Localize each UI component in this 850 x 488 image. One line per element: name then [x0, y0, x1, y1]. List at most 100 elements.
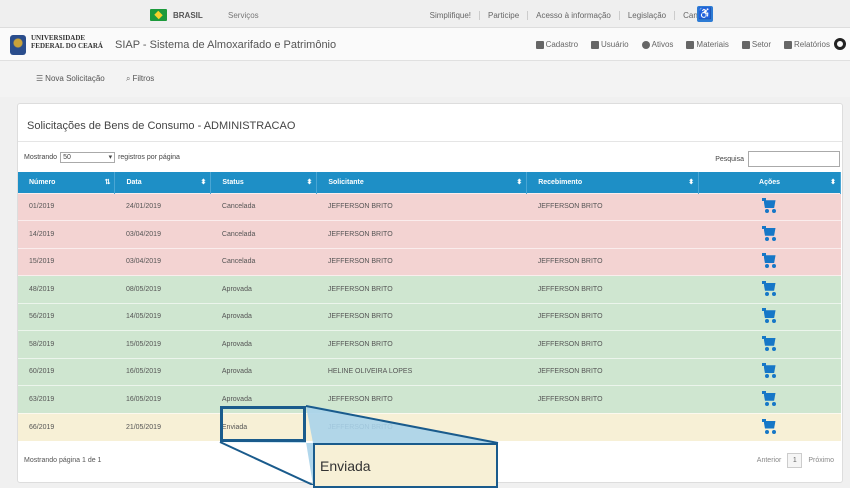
cell-acoes: [698, 220, 841, 248]
menu-ativos[interactable]: Ativos: [641, 40, 673, 49]
col-data[interactable]: Data ⬍: [114, 172, 212, 193]
cell-data: 15/05/2019: [114, 330, 211, 358]
gear-icon[interactable]: [834, 38, 846, 50]
col-status[interactable]: Status ⬍: [210, 172, 318, 193]
cell-acoes: [698, 275, 841, 303]
cell-acoes: [698, 330, 841, 358]
col-solicitante[interactable]: Solicitante ⬍: [316, 172, 528, 193]
col-recebimento[interactable]: Recebimento ⬍: [526, 172, 700, 193]
table-row: 58/2019 15/05/2019 Aprovada JEFFERSON BRITO…: [18, 330, 841, 358]
panel-title: Solicitações de Bens de Consumo - ADMINI…: [27, 120, 296, 132]
cell-data: 16/05/2019: [114, 357, 211, 386]
system-title[interactable]: SIAP - Sistema de Almoxarifado e Patrimô…: [115, 39, 336, 51]
cell-status: Aprovada: [210, 275, 317, 303]
table-row: 48/2019 08/05/2019 Aprovada JEFFERSON BRITO…: [18, 275, 841, 303]
university-name: UNIVERSIDADE FEDERAL DO CEARÁ: [31, 34, 103, 50]
col-numero[interactable]: Número ⇅: [18, 172, 116, 193]
app-header: UNIVERSIDADE FEDERAL DO CEARÁ SIAP - Sis…: [0, 28, 850, 61]
table-row: 63/2019 16/05/2019 Aprovada JEFFERSON BRITO…: [18, 385, 841, 413]
sort-icon: ⬍: [688, 179, 695, 186]
cart-icon[interactable]: [761, 253, 778, 269]
table-row: 56/2019 14/05/2019 Aprovada JEFFERSON BRITO…: [18, 302, 841, 331]
cell-numero: 14/2019: [18, 220, 115, 248]
prev-page-button[interactable]: Anterior: [757, 457, 782, 464]
sort-icon: ⬍: [306, 179, 313, 186]
cell-recebimento: [526, 220, 699, 248]
gov-servicos-link[interactable]: Serviços: [228, 11, 259, 20]
col-acoes[interactable]: Ações ⬍: [698, 172, 841, 193]
cell-numero: 63/2019: [18, 385, 115, 413]
gov-brasil-link[interactable]: BRASIL: [173, 11, 203, 20]
cell-recebimento: JEFFERSON BRITO: [526, 275, 699, 303]
new-request-button[interactable]: ☰ Nova Solicitação: [36, 74, 105, 83]
cell-acoes: [698, 357, 841, 386]
zoom-callout: Enviada: [313, 443, 498, 488]
cell-status: Cancelada: [210, 247, 317, 276]
cell-numero: 58/2019: [18, 330, 115, 358]
next-page-button[interactable]: Próximo: [808, 457, 834, 464]
gov-link-acesso[interactable]: Acesso à informação: [527, 11, 619, 20]
page-size-select[interactable]: 50: [60, 152, 116, 163]
cart-icon[interactable]: [761, 225, 778, 241]
cell-status: Aprovada: [210, 357, 317, 386]
cell-numero: 48/2019: [18, 275, 115, 303]
cell-acoes: [698, 247, 841, 276]
gov-link-simplifique[interactable]: Simplifique!: [422, 11, 479, 20]
search-icon: ⌕: [126, 74, 131, 83]
cart-icon[interactable]: [761, 418, 778, 434]
cart-icon[interactable]: [761, 390, 778, 406]
cell-solicitante: JEFFERSON BRITO: [316, 302, 527, 331]
status-highlight-box: [220, 406, 306, 442]
pagination: Anterior 1 Próximo: [757, 453, 834, 468]
cell-solicitante: JEFFERSON BRITO: [316, 412, 527, 441]
cell-status: Cancelada: [210, 220, 317, 248]
cell-data: 16/05/2019: [114, 385, 211, 413]
cell-solicitante: JEFFERSON BRITO: [316, 275, 527, 303]
menu-cadastro[interactable]: Cadastro: [535, 40, 578, 49]
sort-icon: ⬍: [830, 179, 836, 186]
cell-acoes: [698, 385, 841, 413]
action-bar: ☰ Nova Solicitação ⌕ Filtros: [0, 61, 850, 97]
accessibility-icon[interactable]: ♿: [697, 6, 713, 22]
users-icon: [591, 40, 600, 49]
table-row: 14/2019 03/04/2019 Cancelada JEFFERSON BRIT…: [18, 220, 841, 248]
ufc-logo-icon: [10, 35, 26, 55]
cell-solicitante: JEFFERSON BRITO: [316, 220, 527, 248]
gov-link-participe[interactable]: Participe: [479, 11, 527, 20]
menu-relatorios[interactable]: Relatórios: [783, 40, 830, 49]
cell-numero: 15/2019: [18, 247, 115, 276]
cell-numero: 60/2019: [18, 357, 115, 386]
filters-button[interactable]: ⌕ Filtros: [126, 74, 154, 84]
gov-link-legislacao[interactable]: Legislação: [618, 11, 674, 20]
cell-recebimento: JEFFERSON BRITO: [526, 357, 699, 386]
cart-icon[interactable]: [761, 335, 778, 351]
sort-icon: ⬍: [200, 179, 207, 186]
cell-recebimento: JEFFERSON BRITO: [526, 330, 699, 358]
cart-icon[interactable]: [761, 198, 778, 214]
cell-status: Aprovada: [210, 330, 317, 358]
cart-icon[interactable]: [761, 280, 778, 296]
cell-status: Cancelada: [210, 192, 317, 221]
requests-table: Número ⇅ Data ⬍ Status ⬍ Solicitante ⬍ Receb…: [18, 172, 841, 441]
search-input[interactable]: [748, 151, 840, 167]
cart-icon[interactable]: [761, 363, 778, 379]
cell-acoes: [698, 412, 841, 441]
document-icon: [535, 40, 544, 49]
menu-materiais[interactable]: Materiais: [686, 40, 729, 49]
cell-numero: 01/2019: [18, 192, 115, 221]
menu-setor[interactable]: Setor: [741, 40, 771, 49]
cell-solicitante: JEFFERSON BRITO: [316, 192, 527, 221]
page-1-button[interactable]: 1: [787, 453, 803, 468]
gov-links: Simplifique! Participe Acesso à informaç…: [422, 11, 716, 20]
cart-icon[interactable]: [761, 308, 778, 324]
cell-acoes: [698, 192, 841, 221]
cell-solicitante: JEFFERSON BRITO: [316, 247, 527, 276]
cell-recebimento: JEFFERSON BRITO: [526, 302, 699, 331]
list-icon: ☰: [36, 74, 44, 83]
cell-numero: 56/2019: [18, 302, 115, 331]
page-info: Mostrando página 1 de 1: [24, 457, 102, 464]
menu-usuario[interactable]: Usuário: [591, 40, 629, 49]
main-menu: Cadastro Usuário Ativos Materiais Setor …: [523, 40, 830, 49]
cell-data: 03/04/2019: [114, 247, 211, 276]
cell-recebimento: JEFFERSON BRITO: [526, 247, 699, 276]
